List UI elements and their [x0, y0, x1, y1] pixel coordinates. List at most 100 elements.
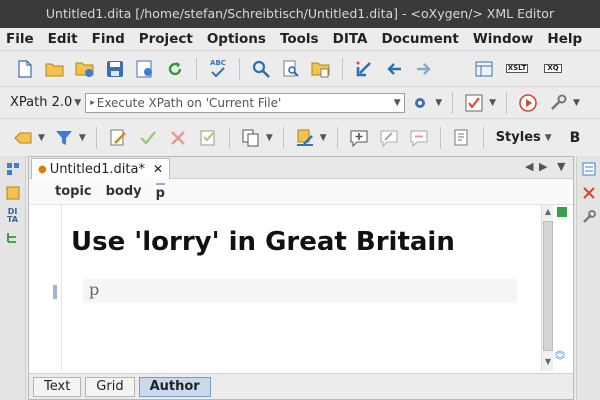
menu-document[interactable]: Document [381, 31, 458, 47]
find-in-files-icon[interactable] [281, 59, 301, 79]
tools-view-icon[interactable] [580, 208, 598, 226]
toolbar-separator [342, 57, 343, 80]
tags-display-icon[interactable] [13, 128, 33, 148]
perspective-editor-icon[interactable] [474, 59, 494, 79]
menu-edit[interactable]: Edit [48, 31, 78, 47]
elements-view-icon[interactable] [580, 184, 598, 202]
toolbar-separator [336, 126, 338, 149]
previous-icon[interactable] [384, 59, 404, 79]
copy-icon[interactable] [241, 128, 261, 148]
highlight-icon[interactable] [295, 128, 315, 148]
validate-dropdown-icon[interactable]: ▼ [489, 98, 496, 108]
validate-icon[interactable] [464, 93, 484, 113]
attributes-view-icon[interactable] [580, 160, 598, 178]
breadcrumb-item-body[interactable]: body [106, 184, 142, 199]
right-side-panel [576, 156, 600, 400]
menu-tools[interactable]: Tools [280, 31, 319, 47]
author-toolbar: ▼ ▼ ▼ ▼ Styles ▼ B [0, 118, 600, 156]
reload-icon[interactable] [165, 59, 185, 79]
xquery-icon[interactable]: XQ [540, 59, 566, 79]
transform-dropdown-icon[interactable]: ▼ [573, 98, 580, 108]
add-comment-icon[interactable] [349, 128, 369, 148]
highlight-dropdown-icon[interactable]: ▼ [320, 133, 327, 143]
back-icon[interactable] [354, 59, 374, 79]
filter-icon[interactable] [54, 128, 74, 148]
filter-dropdown-icon[interactable]: ▼ [79, 133, 86, 143]
vertical-scrollbar[interactable]: ▲ ▼ [541, 205, 553, 371]
menu-dita[interactable]: DITA [333, 31, 368, 47]
remove-comment-icon[interactable] [409, 128, 429, 148]
xpath-scope-icon: ▸ [90, 97, 95, 108]
navigation-arrows-icon[interactable]: ︽ ︾ [555, 347, 565, 367]
editor-mode-tabs: Text Grid Author [29, 373, 573, 399]
validation-status-icon[interactable] [557, 207, 567, 217]
track-changes-icon[interactable] [108, 128, 128, 148]
save-all-icon[interactable] [135, 59, 155, 79]
menu-help[interactable]: Help [547, 31, 582, 47]
close-tab-icon[interactable]: ✕ [153, 162, 163, 176]
styles-button[interactable]: Styles [496, 130, 541, 145]
dita-maps-icon[interactable] [4, 184, 22, 202]
copy-dropdown-icon[interactable]: ▼ [266, 133, 273, 143]
spellcheck-icon[interactable]: ABC [208, 59, 228, 79]
dita-side-tab[interactable]: DI TA [0, 208, 25, 224]
new-file-icon[interactable] [15, 59, 35, 79]
xslt-icon[interactable]: XSLT [504, 59, 530, 79]
toolbar-separator [506, 91, 508, 114]
menu-file[interactable]: File [6, 31, 34, 47]
outline-view-icon[interactable] [4, 228, 22, 246]
reject-change-icon[interactable] [168, 128, 188, 148]
dita-side-label-2: TA [6, 215, 19, 224]
menu-project[interactable]: Project [139, 31, 193, 47]
xquery-label: XQ [544, 64, 562, 73]
accept-change-icon[interactable] [138, 128, 158, 148]
xpath-settings-dropdown-icon[interactable]: ▼ [435, 98, 442, 108]
open-folder-icon[interactable] [45, 59, 65, 79]
tab-grid[interactable]: Grid [85, 376, 135, 397]
toolbar-separator [95, 126, 97, 149]
menu-options[interactable]: Options [207, 31, 266, 47]
tab-list-icon[interactable]: ▼ [557, 160, 565, 173]
xpath-input[interactable]: ▸ Execute XPath on 'Current File' ▼ [85, 92, 406, 113]
document-tab[interactable]: ● Untitled1.dita* ✕ [31, 158, 171, 179]
transform-config-icon[interactable] [548, 93, 568, 113]
save-icon[interactable] [105, 59, 125, 79]
menu-find[interactable]: Find [92, 31, 125, 47]
scroll-down-icon[interactable]: ▼ [542, 357, 554, 366]
tab-scroll-left-icon[interactable]: ◀ [525, 160, 533, 173]
xpath-version-label[interactable]: XPath 2.0 [10, 95, 72, 110]
tab-author[interactable]: Author [138, 376, 211, 397]
transform-run-icon[interactable] [518, 93, 538, 113]
paragraph-tag[interactable]: p [89, 280, 99, 299]
xslt-label: XSLT [505, 64, 529, 73]
toolbar-separator [452, 91, 454, 114]
xpath-history-dropdown-icon[interactable]: ▼ [390, 98, 404, 108]
breadcrumb-item-topic[interactable]: topic [55, 184, 92, 199]
review-icon[interactable] [452, 128, 472, 148]
styles-dropdown-icon[interactable]: ▼ [545, 133, 552, 143]
search-icon[interactable] [251, 59, 271, 79]
open-url-icon[interactable] [75, 59, 95, 79]
tab-scroll-right-icon[interactable]: ▶ [539, 160, 547, 173]
tags-display-dropdown-icon[interactable]: ▼ [38, 133, 45, 143]
folder-search-icon[interactable] [311, 59, 331, 79]
document-title[interactable]: Use 'lorry' in Great Britain [71, 227, 455, 257]
author-content-area[interactable]: Use 'lorry' in Great Britain p [31, 205, 541, 371]
bold-button[interactable]: B [570, 130, 581, 146]
paragraph-row[interactable] [83, 279, 517, 303]
project-view-icon[interactable] [4, 160, 22, 178]
spellcheck-label: ABC [210, 59, 226, 67]
next-icon[interactable] [414, 59, 434, 79]
edit-comment-icon[interactable] [379, 128, 399, 148]
scrollbar-thumb[interactable] [543, 221, 553, 351]
main-toolbar: ABC XSLT XQ [0, 50, 600, 86]
menu-window[interactable]: Window [473, 31, 534, 47]
manage-changes-icon[interactable] [198, 128, 218, 148]
scroll-up-icon[interactable]: ▲ [542, 207, 554, 216]
editor-panel: ● Untitled1.dita* ✕ ◀ ▶ ▼ topic body p U… [28, 156, 574, 400]
breadcrumb-item-p[interactable]: p [155, 182, 165, 201]
xpath-settings-icon[interactable] [410, 93, 430, 113]
tab-text[interactable]: Text [33, 376, 82, 397]
xpath-version-dropdown-icon[interactable]: ▼ [74, 98, 81, 108]
menu-bar: File Edit Find Project Options Tools DIT… [0, 28, 600, 50]
